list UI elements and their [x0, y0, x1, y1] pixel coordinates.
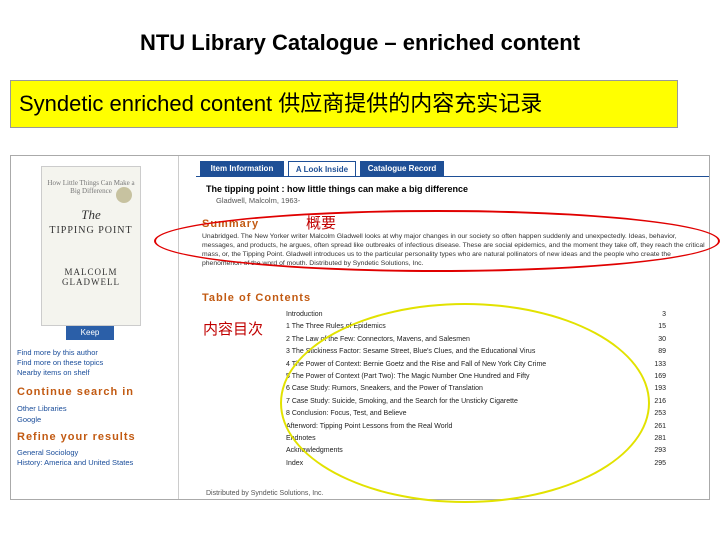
book-author: Gladwell, Malcolm, 1963- [216, 196, 301, 205]
keep-button[interactable]: Keep [66, 326, 114, 340]
toc-entry-page: 133 [654, 360, 666, 368]
tab-a-look-inside[interactable]: A Look Inside [288, 161, 356, 176]
link-more-on-topics[interactable]: Find more on these topics [17, 358, 103, 367]
tab-item-information[interactable]: Item Information [200, 161, 284, 176]
book-title: The tipping point : how little things ca… [206, 184, 469, 194]
link-google[interactable]: Google [17, 415, 41, 424]
tab-divider [196, 176, 709, 177]
cover-tagline: How Little Things Can Make a Big Differe… [47, 179, 135, 195]
link-nearby-items[interactable]: Nearby items on shelf [17, 368, 90, 377]
link-other-libraries[interactable]: Other Libraries [17, 404, 67, 413]
toc-cn-label: 内容目次 [203, 321, 264, 338]
continue-search-heading: Continue search in [17, 386, 135, 398]
refine-results-heading: Refine your results [17, 431, 136, 443]
toc-entry-page: 15 [658, 323, 666, 331]
toc-entry-page: 281 [654, 435, 666, 442]
toc-entry-page: 89 [658, 348, 666, 356]
cover-title-the: The [81, 207, 101, 222]
subtitle-banner: Syndetic enriched content 供应商提供的内容充实记录 [10, 80, 678, 128]
slide-title: NTU Library Catalogue – enriched content [139, 30, 581, 55]
toc-heading: Table of Contents [202, 292, 312, 304]
link-more-by-author[interactable]: Find more by this author [17, 348, 98, 357]
toc-highlight-oval [280, 303, 650, 503]
link-history-america[interactable]: History: America and United States [17, 458, 133, 467]
tab-catalogue-record[interactable]: Catalogue Record [360, 161, 444, 176]
distributed-by-note: Distributed by Syndetic Solutions, Inc. [206, 490, 324, 497]
book-cover-image: How Little Things Can Make a Big Differe… [41, 166, 141, 326]
link-general-sociology[interactable]: General Sociology [17, 448, 78, 457]
toc-entry-page: 3 [662, 311, 666, 318]
cover-title-main: TIPPING POINT [49, 225, 133, 236]
toc-entry-page: 295 [654, 459, 666, 467]
summary-highlight-oval [154, 210, 720, 272]
toc-entry-page: 293 [654, 447, 666, 455]
cover-author: MALCOLM GLADWELL [62, 267, 120, 287]
left-sidebar: How Little Things Can Make a Big Differe… [11, 156, 179, 499]
toc-entry-page: 30 [658, 335, 666, 343]
